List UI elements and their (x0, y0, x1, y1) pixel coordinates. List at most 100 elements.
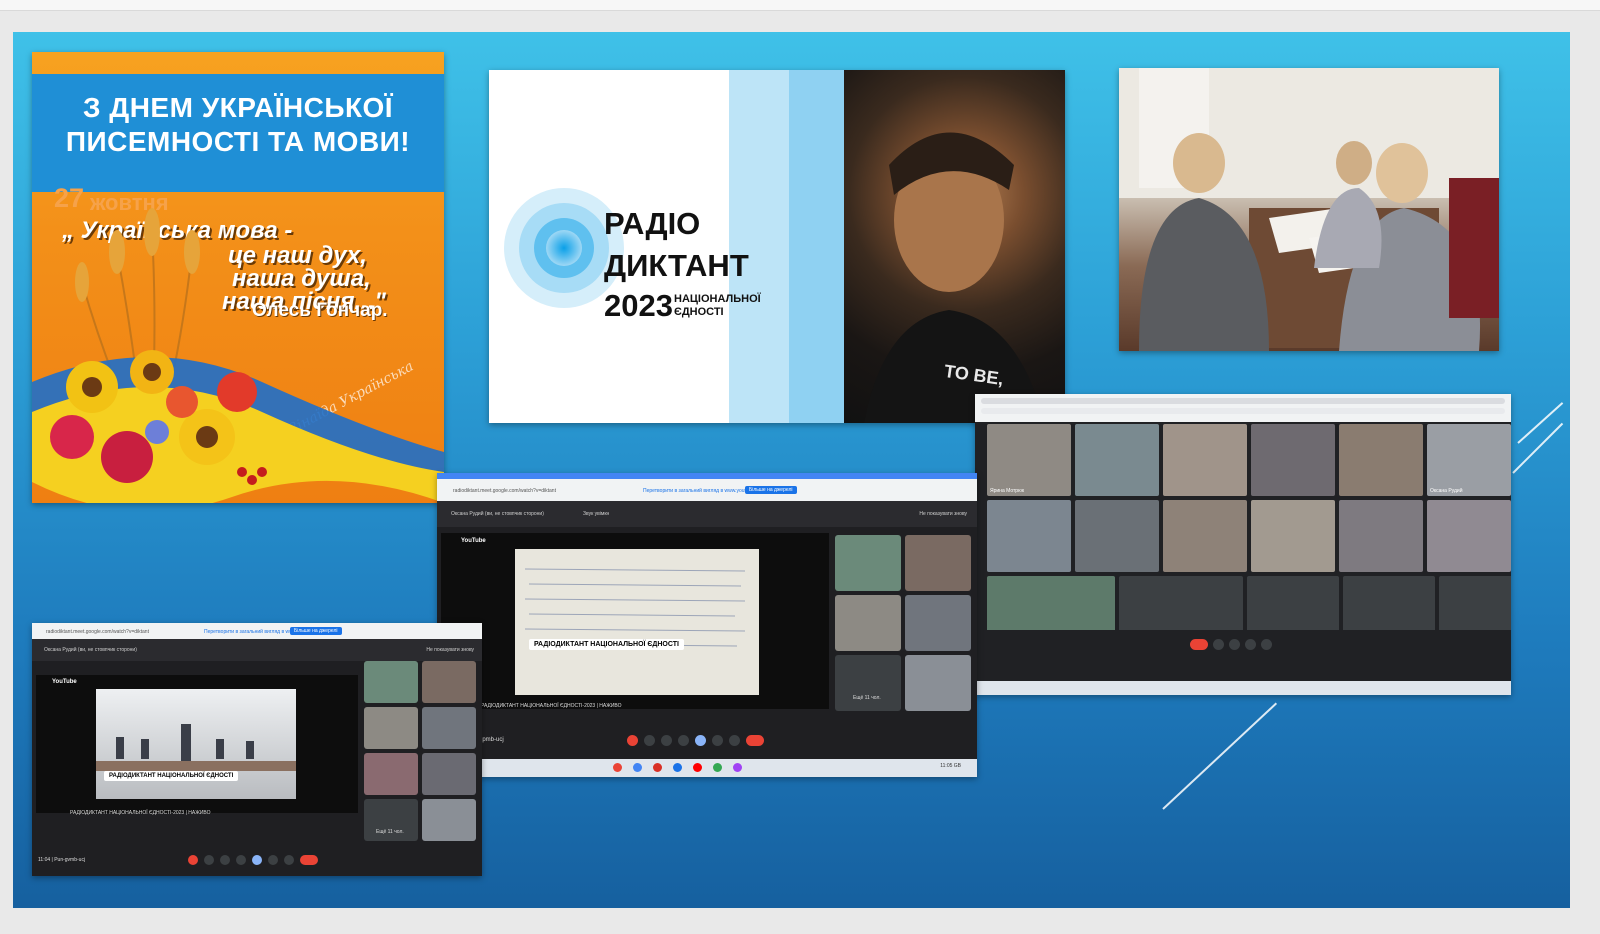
os-taskbar (975, 681, 1511, 695)
participant-tile (364, 707, 418, 749)
camera-button[interactable] (204, 855, 214, 865)
emoji-button[interactable] (236, 855, 246, 865)
radio-title-line2: ДИКТАНТ (604, 248, 749, 283)
meet-presenter-info: Оксана Рудий (ви, не стовпчик сторони) (44, 647, 137, 653)
meet-presenter-info: Оксана Рудий (ви, не стовпчик сторони) (451, 511, 544, 517)
end-call-button[interactable] (1190, 639, 1208, 650)
captions-button[interactable] (661, 735, 672, 746)
ukrainian-language-day-poster: З ДНЕМ УКРАЇНСЬКОЇ ПИСЕМНОСТІ ТА МОВИ! 2… (32, 52, 444, 503)
decor-line (1512, 422, 1564, 474)
participant-tile (1251, 500, 1335, 572)
youtube-icon[interactable] (693, 763, 702, 772)
youtube-player[interactable]: YouTube РАДІОДИКТАНТ НАЦІОНАЛЬНОЇ ЄДНОСТ… (441, 533, 829, 709)
wheat-flowers-illustration (32, 208, 444, 503)
participant-tile (1427, 500, 1511, 572)
meet-youtube-screenshot-left: radiodiktant.meet.google.com/watch?v=dik… (32, 623, 482, 876)
participant-name: Оксана Рудий (1430, 488, 1463, 494)
participant-tile: Оксана Рудий (1427, 424, 1511, 496)
window-title-strip (437, 473, 977, 479)
youtube-player[interactable]: YouTube РАДІОДИКТАНТ НАЦІОНАЛЬНОЇ ЄДНОСТ… (36, 675, 358, 813)
bookmarks-bar (981, 408, 1505, 414)
participant-tile (905, 535, 971, 591)
end-call-button[interactable] (300, 855, 318, 865)
present-button[interactable] (252, 855, 262, 865)
participant-tile (905, 595, 971, 651)
mic-button[interactable] (1213, 639, 1224, 650)
participant-tile (364, 753, 418, 795)
emoji-button[interactable] (678, 735, 689, 746)
mic-off-button[interactable] (188, 855, 198, 865)
mic-off-button[interactable] (627, 735, 638, 746)
photo-scene (1119, 68, 1499, 351)
files-icon[interactable] (633, 763, 642, 772)
decor-line (1517, 402, 1564, 444)
present-button[interactable] (695, 735, 706, 746)
participant-tile (1075, 424, 1159, 496)
stop-showing-link[interactable]: Не показувати знову (919, 511, 967, 517)
youtube-logo: YouTube (461, 538, 486, 544)
decor-line (1162, 702, 1278, 810)
video-caption: РАДІОДИКТАНТ НАЦІОНАЛЬНОЇ ЄДНОСТІ (529, 639, 684, 650)
classroom-video (96, 689, 296, 799)
tabs-strip (981, 398, 1505, 404)
app-icon[interactable] (733, 763, 742, 772)
more-options-button[interactable] (729, 735, 740, 746)
meeting-code: 11:04 | Pun-gvmb-ucj (38, 857, 86, 863)
participant-tile (1339, 424, 1423, 496)
youtube-logo: YouTube (52, 679, 77, 685)
browser-chrome: radiodiktant.meet.google.com/watch?v=dik… (437, 473, 977, 501)
more-participants-count: Ещё 11 чол. (853, 695, 881, 701)
meet-info-bar: Оксана Рудий (ви, не стовпчик сторони) Н… (32, 639, 482, 661)
meeting-code: jpmb-ucj (481, 737, 504, 743)
dictation-participants-photo (1119, 68, 1499, 351)
participant-tile: Ярина Мотрюк (987, 424, 1071, 496)
classroom-people (96, 724, 296, 774)
taskbar-clock: 11:05 GB (940, 763, 961, 769)
more-participants-tile[interactable]: Ещё 11 чол. (835, 655, 901, 711)
window-top-bar (0, 0, 1600, 11)
handwriting-lines (524, 568, 746, 647)
camera-button[interactable] (644, 735, 655, 746)
raise-hand-button[interactable] (268, 855, 278, 865)
play-store-icon[interactable] (713, 763, 722, 772)
participant-tile (1163, 424, 1247, 496)
participant-tile (835, 595, 901, 651)
os-taskbar: 11:05 GB (437, 759, 977, 777)
captions-button[interactable] (220, 855, 230, 865)
participant-tile (1339, 500, 1423, 572)
more-options-button[interactable] (1261, 639, 1272, 650)
presentation-slide: З ДНЕМ УКРАЇНСЬКОЇ ПИСЕМНОСТІ ТА МОВИ! 2… (13, 32, 1570, 908)
participant-tile (1251, 424, 1335, 496)
radio-title-line1: РАДІО (604, 206, 701, 241)
camera-button[interactable] (1229, 639, 1240, 650)
raise-hand-button[interactable] (712, 735, 723, 746)
participant-tile (422, 661, 476, 703)
present-button[interactable] (1245, 639, 1256, 650)
docs-icon[interactable] (673, 763, 682, 772)
participant-name: Ярина Мотрюк (990, 488, 1025, 494)
radio-year: 2023 (604, 288, 673, 323)
video-title: РАДІОДИКТАНТ НАЦІОНАЛЬНОЇ ЄДНОСТІ-2023 |… (481, 703, 622, 709)
browser-tabs (975, 394, 1511, 422)
meet-controls (975, 630, 1511, 660)
open-source-button[interactable]: Більше на джерелі (745, 486, 797, 494)
participant-tile (422, 799, 476, 841)
meet-youtube-screenshot-center: radiodiktant.meet.google.com/watch?v=dik… (437, 473, 977, 777)
more-participants-tile[interactable]: Ещё 11 чол. (364, 799, 418, 841)
open-source-button[interactable]: Більше на джерелі (290, 627, 342, 635)
chrome-icon[interactable] (613, 763, 622, 772)
meet-sound-info: Звук увімкн (583, 511, 610, 517)
address-bar[interactable]: radiodiktant.meet.google.com/watch?v=dik… (453, 488, 556, 494)
more-options-button[interactable] (284, 855, 294, 865)
meet-info-bar: Оксана Рудий (ви, не стовпчик сторони) З… (437, 501, 977, 527)
video-caption: РАДІОДИКТАНТ НАЦІОНАЛЬНОЇ ЄДНОСТІ (104, 771, 239, 781)
gmail-icon[interactable] (653, 763, 662, 772)
participant-tile (1163, 500, 1247, 572)
meet-grid-screenshot: Ярина МотрюкОксана РудийДолгополова ОксМ… (975, 394, 1511, 695)
address-bar[interactable]: radiodiktant.meet.google.com/watch?v=dik… (46, 629, 149, 635)
stop-showing-link[interactable]: Не показувати знову (426, 647, 474, 653)
end-call-button[interactable] (746, 735, 764, 746)
radio-subtitle: НАЦІОНАЛЬНОЇ ЄДНОСТІ (674, 293, 761, 318)
participant-tile (987, 500, 1071, 572)
radio-subtitle-line1: НАЦІОНАЛЬНОЇ (674, 293, 761, 305)
